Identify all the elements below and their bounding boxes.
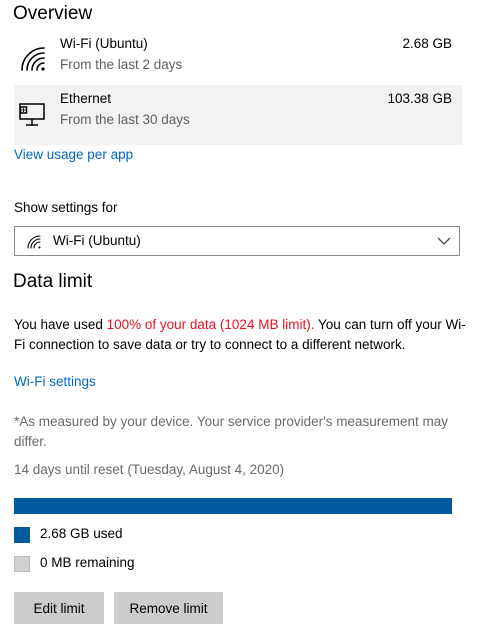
- network-usage: 103.38 GB: [387, 91, 452, 106]
- message-prefix: You have used: [14, 317, 107, 332]
- remove-limit-button[interactable]: Remove limit: [114, 592, 223, 624]
- wifi-icon: [21, 47, 45, 71]
- used-label: 2.68 GB used: [40, 526, 123, 541]
- data-limit-heading: Data limit: [13, 271, 93, 292]
- overview-heading: Overview: [13, 3, 93, 24]
- reset-info: 14 days until reset (Tuesday, August 4, …: [14, 462, 285, 477]
- used-swatch: [14, 527, 30, 543]
- network-period: From the last 30 days: [60, 112, 190, 127]
- network-row-wifi[interactable]: Wi-Fi (Ubuntu) From the last 2 days 2.68…: [14, 30, 462, 90]
- network-name: Wi-Fi (Ubuntu): [60, 36, 148, 51]
- show-settings-label: Show settings for: [14, 200, 118, 215]
- network-period: From the last 2 days: [60, 57, 183, 72]
- measurement-note: *As measured by your device. Your servic…: [14, 414, 449, 449]
- wifi-icon: [27, 235, 41, 249]
- network-select-dropdown[interactable]: Wi-Fi (Ubuntu): [14, 226, 460, 256]
- data-usage-bar: [14, 498, 452, 514]
- chevron-down-icon: [437, 237, 451, 245]
- data-limit-message: You have used 100% of your data (1024 MB…: [14, 315, 472, 355]
- remaining-label: 0 MB remaining: [40, 555, 135, 570]
- usage-warning-text: 100% of your data (1024 MB limit).: [106, 317, 315, 332]
- edit-limit-button[interactable]: Edit limit: [14, 592, 104, 624]
- data-usage-bar-fill: [14, 498, 452, 514]
- view-usage-per-app-link[interactable]: View usage per app: [14, 147, 133, 162]
- ethernet-icon: [19, 103, 45, 126]
- network-usage: 2.68 GB: [402, 36, 452, 51]
- selected-network-text: Wi-Fi (Ubuntu): [53, 233, 141, 248]
- network-row-ethernet[interactable]: Ethernet From the last 30 days 103.38 GB: [14, 85, 462, 145]
- wifi-settings-link[interactable]: Wi-Fi settings: [14, 374, 96, 389]
- remaining-swatch: [14, 556, 30, 572]
- network-name: Ethernet: [60, 91, 112, 106]
